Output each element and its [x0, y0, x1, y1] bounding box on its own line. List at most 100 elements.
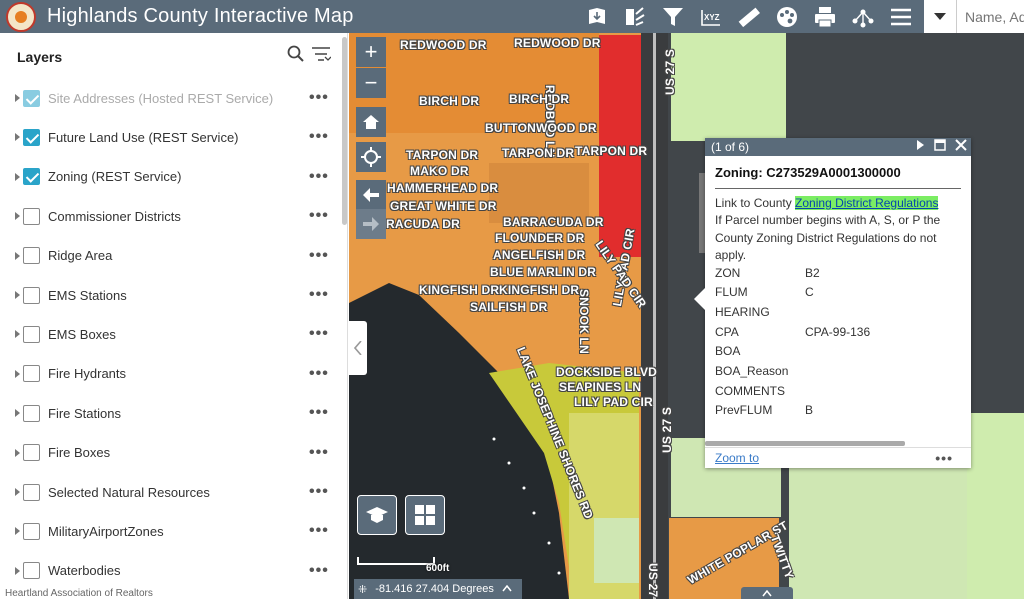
- expand-caret-icon[interactable]: [15, 291, 20, 299]
- zoom-in-button[interactable]: +: [356, 37, 386, 67]
- chevron-up-icon: [762, 590, 772, 597]
- layer-options-button[interactable]: •••: [309, 404, 329, 422]
- expand-caret-icon[interactable]: [15, 409, 20, 418]
- layer-visibility-checkbox[interactable]: [23, 365, 40, 383]
- layer-item[interactable]: Zoning (REST Service) •••: [0, 164, 340, 190]
- layer-item[interactable]: Commissioner Districts •••: [0, 203, 340, 229]
- layer-visibility-checkbox[interactable]: [23, 89, 40, 107]
- close-icon[interactable]: [955, 139, 967, 151]
- layer-options-button[interactable]: •••: [309, 522, 329, 540]
- grid-icon: [415, 505, 435, 525]
- expand-caret-icon[interactable]: [15, 330, 20, 339]
- layer-visibility-checkbox[interactable]: [23, 128, 40, 146]
- bottom-panel-toggle[interactable]: [741, 587, 793, 599]
- filter-list-icon[interactable]: [311, 45, 331, 63]
- layer-item[interactable]: Waterbodies •••: [0, 558, 340, 584]
- layer-item[interactable]: Fire Boxes •••: [0, 440, 340, 466]
- layer-item[interactable]: EMS Stations •••: [0, 282, 340, 308]
- expand-caret-icon[interactable]: [15, 212, 20, 221]
- road-label: KINGFISH DR: [419, 283, 500, 297]
- search-icon[interactable]: [287, 45, 305, 63]
- popup-intro: Link to County Zoning District Regulatio…: [715, 195, 939, 210]
- layer-item[interactable]: Fire Stations •••: [0, 400, 340, 426]
- popup-title: Zoning: C273529A0001300000: [715, 164, 961, 189]
- ruler-icon[interactable]: [730, 0, 768, 33]
- feature-popup: (1 of 6) Zoning: C273529A0001300000 Link…: [694, 138, 971, 468]
- share-icon[interactable]: [844, 0, 882, 33]
- road-label: US 27 S: [663, 48, 677, 95]
- palette-icon[interactable]: [768, 0, 806, 33]
- expand-caret-icon[interactable]: [15, 566, 20, 575]
- layer-list-button[interactable]: [405, 495, 445, 535]
- layer-visibility-checkbox[interactable]: [23, 247, 40, 265]
- previous-extent-button[interactable]: [356, 180, 386, 210]
- printer-icon[interactable]: [806, 0, 844, 33]
- next-feature-icon[interactable]: [915, 139, 925, 151]
- zoom-to-link[interactable]: Zoom to: [715, 451, 759, 465]
- layer-options-button[interactable]: •••: [309, 247, 329, 265]
- basemap-gallery-button[interactable]: [357, 495, 397, 535]
- layer-visibility-checkbox[interactable]: [23, 404, 40, 422]
- expand-caret-icon[interactable]: [15, 94, 20, 102]
- zoom-out-button[interactable]: −: [356, 68, 386, 98]
- locate-button[interactable]: [356, 142, 386, 172]
- print-basemap-icon[interactable]: [578, 0, 616, 33]
- layer-options-button[interactable]: •••: [309, 128, 329, 146]
- layer-item[interactable]: Ridge Area •••: [0, 243, 340, 269]
- expand-caret-icon[interactable]: [15, 251, 20, 260]
- layer-options-button[interactable]: •••: [309, 365, 329, 383]
- xyz-coordinates-icon[interactable]: XYZ: [692, 0, 730, 33]
- chevron-up-icon[interactable]: [502, 583, 512, 595]
- layer-visibility-checkbox[interactable]: [23, 325, 40, 343]
- collapse-panel-tab[interactable]: [349, 321, 367, 375]
- panel-scrollbar[interactable]: [342, 37, 347, 225]
- expand-caret-icon[interactable]: [15, 172, 20, 181]
- popup-scrollbar[interactable]: [705, 441, 905, 446]
- layer-visibility-checkbox[interactable]: [23, 286, 40, 304]
- layer-item[interactable]: EMS Boxes •••: [0, 321, 340, 347]
- layer-visibility-checkbox[interactable]: [23, 522, 40, 540]
- next-extent-button[interactable]: [356, 209, 386, 239]
- layer-options-button[interactable]: •••: [309, 483, 329, 501]
- search-bar: [924, 0, 1024, 33]
- expand-caret-icon[interactable]: [15, 448, 20, 457]
- layer-options-button[interactable]: •••: [309, 89, 329, 107]
- layer-options-button[interactable]: •••: [309, 168, 329, 186]
- layer-item[interactable]: Future Land Use (REST Service) •••: [0, 124, 340, 150]
- road-label: BIRCH DR: [419, 94, 480, 108]
- road-label: LILY PAD CIR: [574, 395, 653, 409]
- layer-visibility-checkbox[interactable]: [23, 207, 40, 225]
- arrow-right-icon: [363, 217, 379, 231]
- menu-icon[interactable]: [882, 0, 920, 33]
- maximize-icon[interactable]: [934, 139, 946, 151]
- layer-item[interactable]: MilitaryAirportZones •••: [0, 518, 340, 544]
- filter-icon[interactable]: [654, 0, 692, 33]
- layer-options-button[interactable]: •••: [309, 444, 329, 462]
- layer-item[interactable]: Selected Natural Resources •••: [0, 479, 340, 505]
- layer-options-button[interactable]: •••: [309, 207, 329, 225]
- layer-item[interactable]: Site Addresses (Hosted REST Service) •••: [0, 85, 340, 111]
- search-source-dropdown[interactable]: [924, 0, 957, 33]
- layer-visibility-checkbox[interactable]: [23, 483, 40, 501]
- expand-caret-icon[interactable]: [15, 527, 20, 536]
- layer-visibility-checkbox[interactable]: [23, 562, 40, 580]
- zoning-regulations-link[interactable]: Zoning District Regulations: [795, 195, 939, 210]
- layer-visibility-checkbox[interactable]: [23, 444, 40, 462]
- search-input[interactable]: [957, 0, 1024, 33]
- attribute-row: BOA: [715, 343, 961, 363]
- layer-visibility-checkbox[interactable]: [23, 168, 40, 186]
- crosshair-icon[interactable]: ⁜: [358, 583, 367, 596]
- road-label: TARPON DR: [406, 148, 479, 162]
- attribute-key: CPA: [715, 324, 739, 339]
- popup-more-button[interactable]: •••: [935, 450, 953, 466]
- expand-caret-icon[interactable]: [15, 369, 20, 378]
- expand-caret-icon[interactable]: [15, 133, 20, 142]
- expand-caret-icon[interactable]: [15, 488, 20, 496]
- layer-options-button[interactable]: •••: [309, 562, 329, 580]
- layer-options-button[interactable]: •••: [309, 286, 329, 304]
- layer-options-button[interactable]: •••: [309, 325, 329, 343]
- home-button[interactable]: [356, 107, 386, 137]
- attribute-row: ZON B2: [715, 265, 961, 285]
- layer-item[interactable]: Fire Hydrants •••: [0, 361, 340, 387]
- measure-route-icon[interactable]: [616, 0, 654, 33]
